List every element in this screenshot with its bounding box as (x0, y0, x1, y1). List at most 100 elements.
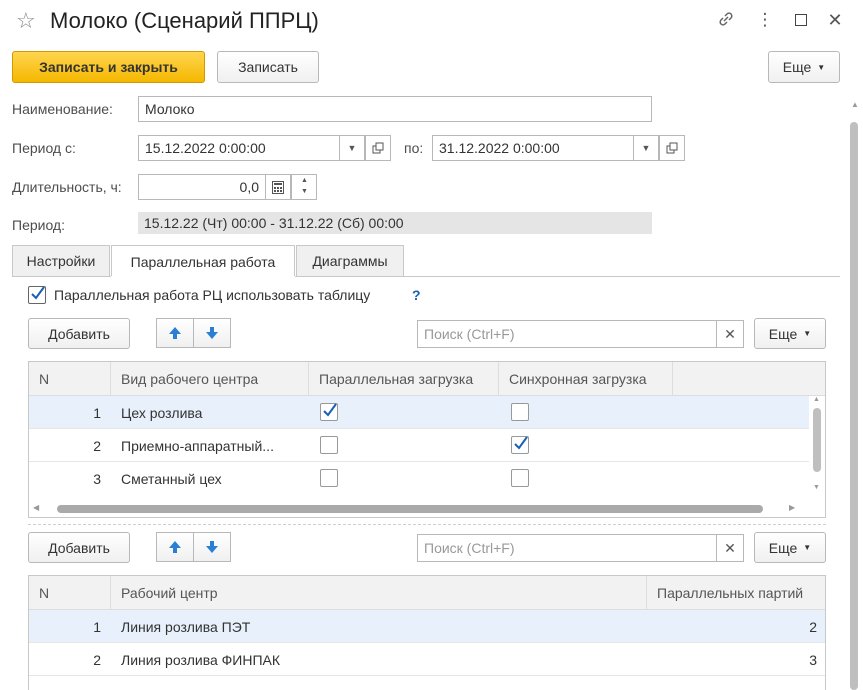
header-scroll-spacer (809, 362, 825, 396)
open-window-icon (372, 142, 384, 154)
more-vertical-icon[interactable]: ⋮ (755, 10, 775, 30)
check-icon (514, 436, 528, 450)
arrow-up-icon (169, 541, 181, 553)
maximize-icon[interactable] (795, 14, 807, 26)
sync-load-checkbox[interactable] (511, 403, 529, 421)
workcenter-cell[interactable]: Линия розлива ФИНПАК (121, 643, 280, 676)
period-to-input[interactable]: 31.12.2022 0:00:00 (432, 135, 634, 161)
close-icon[interactable]: ✕ (825, 10, 845, 31)
clear-search-button[interactable]: ✕ (716, 320, 744, 348)
table-row[interactable]: 3 Сметанный цех (29, 462, 809, 495)
check-icon (31, 286, 45, 300)
row-number: 1 (93, 618, 101, 635)
parallel-batches-cell[interactable]: 2 (647, 610, 817, 643)
workcenter-type-cell[interactable]: Приемно-аппаратный... (121, 429, 274, 462)
search-input[interactable]: Поиск (Ctrl+F) (417, 320, 717, 348)
period-to-label: по: (404, 140, 424, 156)
parallel-load-checkbox[interactable] (320, 403, 338, 421)
column-header-workcenter-type[interactable]: Вид рабочего центра (111, 362, 309, 396)
period-from-dropdown-button[interactable]: ▼ (339, 135, 365, 161)
scrollbar-thumb[interactable] (57, 505, 763, 513)
clear-icon: ✕ (724, 539, 736, 556)
form-scrollbar[interactable]: ▲ (849, 100, 859, 690)
clear-search-button[interactable]: ✕ (716, 534, 744, 562)
table-row[interactable]: 2 Линия розлива ФИНПАК 3 (29, 643, 825, 676)
column-header-parallel-load[interactable]: Параллельная загрузка (309, 362, 499, 396)
column-header-parallel-batches[interactable]: Параллельных партий (647, 576, 825, 610)
move-down-button[interactable] (193, 318, 231, 348)
table-row[interactable]: 1 Линия розлива ПЭТ 2 (29, 610, 825, 643)
workcenter-type-cell[interactable]: Цех розлива (121, 396, 202, 429)
spin-down-icon[interactable]: ▼ (301, 188, 308, 195)
scroll-left-icon[interactable]: ◀ (33, 503, 39, 512)
scroll-up-icon[interactable]: ▲ (813, 396, 820, 403)
save-and-close-button[interactable]: Записать и закрыть (12, 51, 205, 83)
sync-load-checkbox[interactable] (511, 469, 529, 487)
tab-diagrams[interactable]: Диаграммы (296, 245, 404, 276)
chevron-down-icon: ▼ (803, 543, 812, 552)
workcenter-type-cell[interactable]: Сметанный цех (121, 462, 222, 495)
more-button[interactable]: Еще ▼ (768, 51, 840, 83)
table-vertical-scrollbar[interactable]: ▲ ▼ (811, 396, 823, 500)
calculator-icon (272, 180, 284, 194)
table-more-button[interactable]: Еще ▼ (754, 318, 826, 349)
parallel-table-checkbox[interactable] (28, 286, 46, 304)
period-from-open-button[interactable] (365, 135, 391, 161)
scroll-right-icon[interactable]: ▶ (789, 503, 795, 512)
period-label: Период: (12, 217, 65, 233)
move-up-button[interactable] (156, 318, 194, 348)
duration-label: Длительность, ч: (12, 179, 122, 195)
period-to-dropdown-button[interactable]: ▼ (633, 135, 659, 161)
period-from-label: Период с: (12, 140, 76, 156)
scrollbar-thumb[interactable] (850, 122, 858, 690)
parallel-load-checkbox[interactable] (320, 436, 338, 454)
arrow-up-icon (169, 327, 181, 339)
column-header-sync-load[interactable]: Синхронная загрузка (499, 362, 673, 396)
active-tab-gap (111, 276, 295, 277)
chevron-down-icon: ▼ (817, 62, 826, 72)
period-from-input[interactable]: 15.12.2022 0:00:00 (138, 135, 340, 161)
row-number: 2 (93, 437, 101, 454)
column-header-n[interactable]: N (29, 576, 111, 610)
workcenters-table[interactable]: N Рабочий центр Параллельных партий 1 Ли… (28, 575, 826, 690)
table-more-button[interactable]: Еще ▼ (754, 532, 826, 563)
row-number: 3 (93, 470, 101, 487)
tab-settings[interactable]: Настройки (12, 245, 110, 276)
tab-parallel-work[interactable]: Параллельная работа (111, 245, 295, 277)
column-header-workcenter[interactable]: Рабочий центр (111, 576, 647, 610)
table-horizontal-scrollbar[interactable]: ◀ ▶ (29, 502, 825, 516)
workcenter-cell[interactable]: Линия розлива ПЭТ (121, 610, 250, 643)
column-header-n[interactable]: N (29, 362, 111, 396)
table-row[interactable]: 1 Цех розлива (29, 396, 809, 429)
scrollbar-thumb[interactable] (813, 408, 821, 472)
parallel-workcenters-table[interactable]: N Вид рабочего центра Параллельная загру… (28, 361, 826, 518)
name-input[interactable]: Молоко (138, 96, 652, 122)
table-row[interactable]: 2 Приемно-аппаратный... (29, 429, 809, 462)
sync-load-checkbox[interactable] (511, 436, 529, 454)
parallel-batches-cell[interactable]: 3 (647, 643, 817, 676)
chevron-down-icon: ▼ (641, 143, 651, 153)
duration-spinner[interactable]: ▲ ▼ (291, 174, 317, 200)
move-up-button[interactable] (156, 532, 194, 562)
parallel-load-checkbox[interactable] (320, 469, 338, 487)
spin-up-icon[interactable]: ▲ (301, 177, 308, 184)
scroll-down-icon[interactable]: ▼ (813, 484, 820, 491)
row-number: 2 (93, 651, 101, 668)
add-workcenter-type-button[interactable]: Добавить (28, 318, 130, 349)
favorite-star-icon[interactable]: ☆ (16, 8, 36, 34)
search-input[interactable]: Поиск (Ctrl+F) (417, 534, 717, 562)
period-value: 15.12.22 (Чт) 00:00 - 31.12.22 (Сб) 00:0… (138, 212, 652, 234)
arrow-down-icon (206, 327, 218, 339)
save-button[interactable]: Записать (217, 51, 319, 83)
scroll-up-icon[interactable]: ▲ (851, 100, 859, 109)
calculator-button[interactable] (265, 174, 291, 200)
link-icon[interactable] (716, 10, 736, 33)
help-icon[interactable]: ? (412, 287, 421, 303)
move-down-button[interactable] (193, 532, 231, 562)
add-workcenter-button[interactable]: Добавить (28, 532, 130, 563)
more-label: Еще (782, 59, 812, 75)
duration-input[interactable]: 0,0 (138, 174, 266, 200)
more-label: Еще (768, 539, 798, 556)
period-to-open-button[interactable] (659, 135, 685, 161)
table-splitter[interactable] (28, 524, 826, 525)
